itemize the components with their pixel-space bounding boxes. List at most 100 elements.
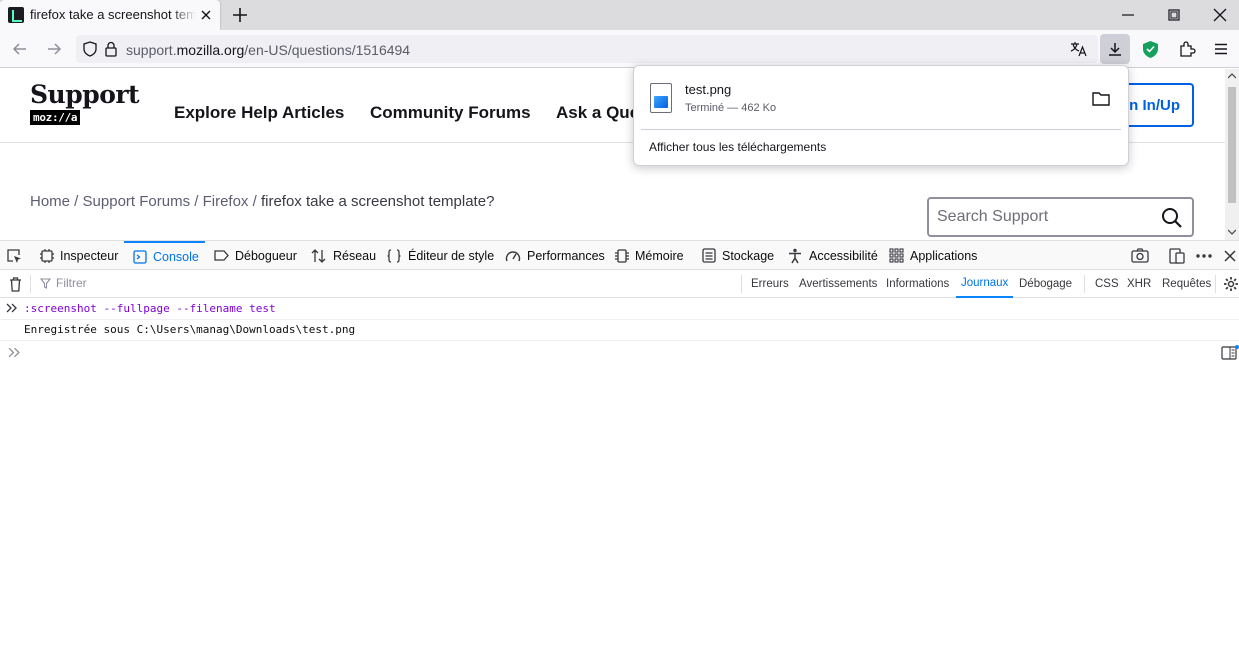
scroll-up-icon[interactable]: [1228, 73, 1236, 79]
search-input[interactable]: Search Support: [927, 197, 1194, 237]
back-button[interactable]: [8, 37, 32, 61]
debugger-icon: [214, 250, 229, 261]
console-output-text: Enregistrée sous C:\Users\manag\Download…: [24, 323, 356, 336]
console-settings-button[interactable]: [1221, 274, 1239, 294]
sidebar-toggle-icon[interactable]: [1221, 345, 1239, 361]
menu-hamburger-icon[interactable]: [1213, 41, 1229, 57]
minimize-icon[interactable]: [1116, 3, 1140, 27]
image-file-icon: [650, 83, 672, 113]
tab-performances[interactable]: Performances: [505, 241, 605, 270]
level-journaux[interactable]: Journaux: [956, 270, 1014, 298]
applications-icon: [889, 248, 904, 263]
tracking-protection-icon[interactable]: [82, 41, 98, 57]
forward-arrow-icon: [48, 43, 62, 55]
filter-funnel-icon: [40, 277, 51, 289]
new-tab-icon[interactable]: [229, 4, 251, 26]
trash-icon: [9, 276, 21, 292]
tab-debogueur-label: Débogueur: [235, 248, 297, 263]
breadcrumb-support-forums[interactable]: Support Forums: [83, 193, 191, 210]
level-debogage[interactable]: Débogage: [1019, 270, 1072, 298]
tab-memoire-label: Mémoire: [635, 248, 684, 263]
tab-reseau[interactable]: Réseau: [311, 241, 376, 270]
clear-console-button[interactable]: [5, 274, 25, 294]
more-options-icon: [1196, 254, 1212, 258]
tab-accessibilite[interactable]: Accessibilité: [787, 241, 878, 270]
filter-requetes[interactable]: Requêtes: [1162, 270, 1211, 298]
maximize-icon[interactable]: [1162, 3, 1186, 27]
mozilla-wordmark: moz://a: [30, 110, 81, 125]
gear-icon: [1224, 277, 1238, 291]
level-avertissements[interactable]: Avertissements: [799, 270, 877, 298]
address-bar[interactable]: support.mozilla.org/en-US/questions/1516…: [76, 35, 1098, 63]
tab-console[interactable]: Console: [124, 241, 205, 270]
tab-close-icon[interactable]: [196, 5, 216, 25]
navigation-toolbar: support.mozilla.org/en-US/questions/1516…: [0, 30, 1239, 68]
breadcrumb-home[interactable]: Home: [30, 193, 70, 210]
downloads-button[interactable]: [1100, 34, 1130, 64]
scroll-down-icon[interactable]: [1228, 229, 1236, 235]
tab-editeur-de-style[interactable]: Éditeur de style: [386, 241, 494, 270]
screenshot-button[interactable]: [1130, 246, 1150, 266]
tab-memoire[interactable]: Mémoire: [615, 241, 684, 270]
url-path: /en-US/questions/1516494: [244, 42, 411, 58]
console-command-text: :screenshot --fullpage --filename test: [24, 302, 276, 315]
pick-element-button[interactable]: [4, 246, 24, 266]
responsive-design-icon: [1169, 248, 1185, 264]
memory-icon: [615, 248, 629, 263]
console-filter-bar: Filtrer Erreurs Avertissements Informati…: [0, 270, 1239, 298]
close-icon: [1224, 250, 1236, 262]
pick-element-icon: [7, 249, 21, 263]
console-input[interactable]: [24, 344, 1214, 362]
translate-icon[interactable]: [1070, 41, 1088, 57]
url-domain: mozilla.org: [176, 42, 245, 58]
favicon-icon: [8, 7, 24, 23]
open-folder-icon[interactable]: [1091, 90, 1111, 108]
nav-explore-help-articles[interactable]: Explore Help Articles: [174, 103, 344, 123]
tab-strip: firefox take a screenshot template?: [0, 0, 1239, 30]
extensions-puzzle-icon[interactable]: [1178, 40, 1196, 58]
forward-button[interactable]: [42, 37, 66, 61]
download-status: Terminé — 462 Ko: [685, 102, 777, 114]
filter-css[interactable]: CSS: [1095, 270, 1119, 298]
tab-inspecteur[interactable]: Inspecteur: [40, 241, 118, 270]
tab-stockage[interactable]: Stockage: [702, 241, 774, 270]
filter-input[interactable]: Filtrer: [40, 276, 87, 290]
tab-title: firefox take a screenshot template?: [30, 7, 196, 22]
close-window-icon[interactable]: [1208, 3, 1232, 27]
show-all-downloads-link[interactable]: Afficher tous les téléchargements: [649, 140, 826, 154]
nav-community-forums[interactable]: Community Forums: [370, 103, 531, 123]
level-separator: [741, 275, 742, 293]
level-informations[interactable]: Informations: [886, 270, 949, 298]
command-prompt-icon: [6, 303, 17, 313]
devtools-options-button[interactable]: [1194, 246, 1214, 266]
url-text: support.mozilla.org/en-US/questions/1516…: [126, 42, 410, 58]
breadcrumb-firefox[interactable]: Firefox: [203, 193, 249, 210]
tab-editeur-de-style-label: Éditeur de style: [408, 248, 495, 263]
scrollbar-thumb[interactable]: [1228, 87, 1236, 203]
browser-tab[interactable]: firefox take a screenshot template?: [0, 0, 220, 30]
page-scrollbar[interactable]: [1225, 69, 1239, 240]
search-icon[interactable]: [1160, 206, 1184, 230]
extension-shield-icon[interactable]: [1142, 40, 1159, 59]
network-icon: [311, 248, 326, 263]
camera-icon: [1131, 248, 1149, 263]
lock-icon[interactable]: [104, 41, 118, 57]
filter-xhr[interactable]: XHR: [1127, 270, 1151, 298]
console-icon: [133, 249, 147, 264]
settings-separator: [1215, 275, 1216, 293]
level-erreurs[interactable]: Erreurs: [751, 270, 789, 298]
breadcrumb: Home / Support Forums / Firefox / firefo…: [30, 193, 495, 210]
tab-applications[interactable]: Applications: [889, 241, 977, 270]
style-editor-icon: [387, 248, 401, 263]
download-icon: [1109, 43, 1121, 56]
panel-separator: [641, 129, 1121, 130]
tab-performances-label: Performances: [527, 248, 605, 263]
console-output-line: Enregistrée sous C:\Users\manag\Download…: [0, 320, 1239, 341]
inspector-icon: [40, 248, 54, 263]
support-logo[interactable]: Support moz://a: [30, 81, 140, 125]
performance-icon: [505, 250, 521, 261]
close-devtools-button[interactable]: [1220, 246, 1239, 266]
filter-separator: [30, 275, 31, 293]
responsive-design-button[interactable]: [1167, 246, 1187, 266]
tab-debogueur[interactable]: Débogueur: [214, 241, 297, 270]
